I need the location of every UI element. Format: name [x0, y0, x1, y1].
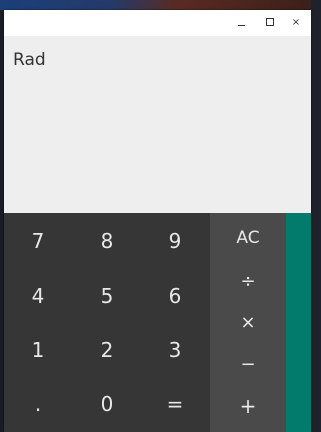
subtract-button[interactable]: −	[210, 344, 286, 386]
number-pad: 7 8 9 4 5 6 1 2 3 . 0 =	[4, 213, 210, 432]
key-9[interactable]: 9	[141, 214, 209, 268]
operator-pad: AC ÷ × − +	[210, 213, 286, 432]
key-7[interactable]: 7	[4, 214, 72, 268]
key-equals[interactable]: =	[141, 377, 209, 431]
desktop-background	[0, 0, 321, 10]
multiply-button[interactable]: ×	[210, 302, 286, 344]
key-8[interactable]: 8	[73, 214, 141, 268]
divide-button[interactable]: ÷	[210, 261, 286, 303]
minimize-button[interactable]	[233, 15, 249, 31]
keypad: 7 8 9 4 5 6 1 2 3 . 0 = AC ÷ × − +	[4, 213, 311, 432]
close-icon: ×	[291, 17, 301, 28]
key-4[interactable]: 4	[4, 269, 72, 323]
add-button[interactable]: +	[210, 385, 286, 427]
key-5[interactable]: 5	[73, 269, 141, 323]
key-3[interactable]: 3	[141, 323, 209, 377]
maximize-icon	[266, 18, 274, 26]
advanced-panel-handle[interactable]	[286, 213, 311, 432]
calculator-window: × Rad 7 8 9 4 5 6 1 2 3 . 0 = AC ÷ × − +	[4, 10, 311, 432]
key-1[interactable]: 1	[4, 323, 72, 377]
key-0[interactable]: 0	[73, 377, 141, 431]
desktop-background-right	[311, 0, 321, 432]
calculator-display[interactable]: Rad	[4, 36, 311, 213]
minimize-icon	[237, 24, 245, 26]
key-decimal[interactable]: .	[4, 377, 72, 431]
clear-button[interactable]: AC	[210, 217, 286, 259]
key-6[interactable]: 6	[141, 269, 209, 323]
maximize-button[interactable]	[262, 15, 278, 31]
key-2[interactable]: 2	[73, 323, 141, 377]
close-button[interactable]: ×	[288, 15, 304, 31]
angle-mode-indicator[interactable]: Rad	[13, 50, 46, 70]
title-bar[interactable]: ×	[4, 10, 311, 36]
